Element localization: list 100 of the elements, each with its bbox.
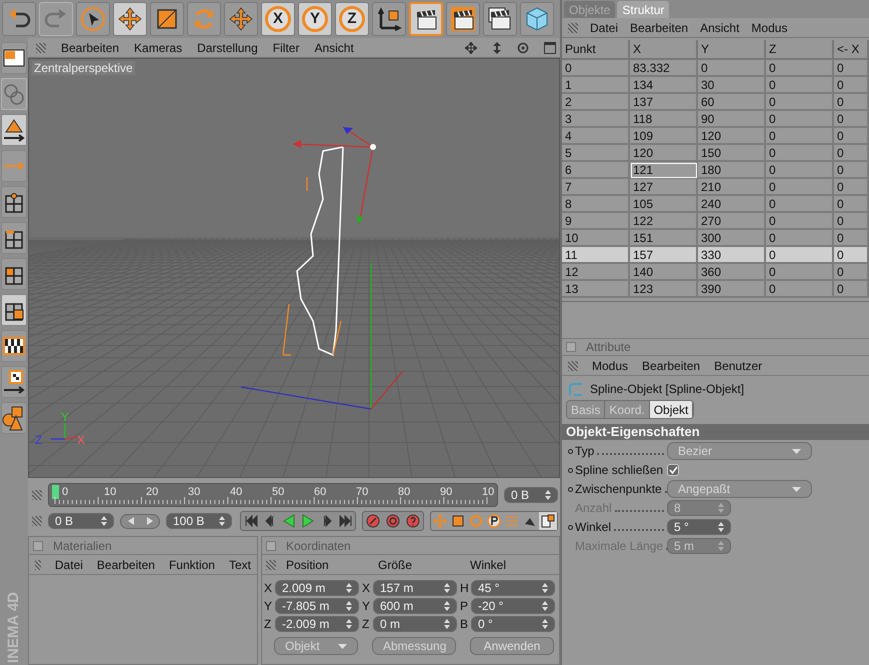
- toolbar-button[interactable]: [483, 2, 517, 36]
- toolbar-button[interactable]: [446, 2, 480, 36]
- mode-button[interactable]: [1, 330, 27, 362]
- table-row[interactable]: 12 140 360 0 0: [562, 264, 869, 281]
- menu-item[interactable]: Ansicht: [314, 40, 354, 54]
- menu-item[interactable]: Modus: [751, 20, 788, 34]
- axis-label: P: [460, 599, 469, 613]
- menu-item[interactable]: Bearbeiten: [630, 20, 688, 34]
- table-cell: 0: [834, 281, 869, 298]
- table-row[interactable]: 2 137 60 0 0: [562, 94, 869, 111]
- table-row[interactable]: 9 122 270 0 0: [562, 213, 869, 230]
- number-field[interactable]: -2.009 m: [275, 616, 359, 632]
- zoom-view-icon[interactable]: [492, 42, 502, 54]
- table-row[interactable]: 5 120 150 0 0: [562, 145, 869, 162]
- frame-step-control[interactable]: [120, 514, 160, 528]
- frame-number: 20: [146, 485, 158, 499]
- number-field[interactable]: -20 °: [471, 598, 555, 614]
- up-down-arrows-icon: [219, 516, 225, 526]
- toolbar-button[interactable]: [372, 2, 406, 36]
- number-field[interactable]: 0 m: [373, 616, 457, 632]
- skip-end-icon: [338, 514, 352, 528]
- rotate-view-icon[interactable]: [517, 42, 529, 54]
- grip-icon: [35, 560, 41, 570]
- rotate-icon: [469, 514, 483, 528]
- menu-item[interactable]: Kameras: [134, 40, 182, 54]
- skip-start-icon: [244, 514, 258, 528]
- table-row[interactable]: 11 157 330 0 0: [562, 247, 869, 264]
- toolbar-button[interactable]: [150, 2, 184, 36]
- number-field[interactable]: 0 B: [504, 487, 558, 503]
- key-tool-button[interactable]: [539, 512, 557, 530]
- left-arrow-icon: [128, 517, 134, 525]
- number-field[interactable]: -7.805 m: [275, 598, 359, 614]
- record-key-icon: [366, 514, 380, 528]
- table-row[interactable]: 0 83.332 0 0 0: [562, 60, 869, 77]
- mode-button[interactable]: [1, 222, 27, 254]
- mode-button[interactable]: [1, 258, 27, 290]
- table-row[interactable]: 10 151 300 0 0: [562, 230, 869, 247]
- menu-item[interactable]: Filter: [272, 40, 300, 54]
- menu-item[interactable]: Bearbeiten: [642, 358, 700, 372]
- panel-title: Attribute: [586, 340, 631, 354]
- menu-item[interactable]: Modus: [592, 358, 628, 372]
- timeline-ruler[interactable]: 0 10 20 30 40 50 60 70 80 90 10: [48, 483, 498, 507]
- number-field[interactable]: 157 m: [373, 580, 457, 596]
- checkmark-icon: [668, 466, 678, 474]
- column-header: Größe: [377, 558, 414, 572]
- menu-item[interactable]: Benutzer: [714, 358, 762, 372]
- mode-button[interactable]: [1, 294, 27, 326]
- axis-label: Z: [362, 617, 370, 631]
- mode-button[interactable]: [1, 42, 27, 74]
- play-back-icon: [282, 514, 296, 528]
- table-row[interactable]: 13 123 390 0 0: [562, 281, 869, 298]
- frame-number: 50: [272, 485, 284, 499]
- axis-label: Z: [35, 434, 42, 446]
- menu-item[interactable]: Darstellung: [197, 40, 258, 54]
- number-field[interactable]: 45 °: [471, 580, 555, 596]
- step-back-icon: [262, 514, 276, 528]
- panel-toggle-box[interactable]: [566, 342, 576, 352]
- toolbar-button[interactable]: [113, 2, 147, 36]
- menu-item[interactable]: Ansicht: [700, 20, 740, 34]
- up-down-arrows-icon: [718, 503, 724, 513]
- up-down-arrows-icon: [718, 522, 724, 532]
- number-field[interactable]: 0 B: [48, 513, 114, 529]
- toolbar-button[interactable]: [76, 2, 110, 36]
- table-row[interactable]: 7 127 210 0 0: [562, 179, 869, 196]
- menu-item[interactable]: Text: [228, 558, 251, 572]
- mode-button[interactable]: [1, 366, 27, 398]
- dots-icon: [505, 514, 519, 528]
- key-tool-button[interactable]: [485, 512, 503, 530]
- table-row[interactable]: 3 118 90 0 0: [562, 111, 869, 128]
- object-name: Spline-Objekt [Spline-Objekt]: [590, 382, 744, 396]
- attribute-tab[interactable]: Objekt: [650, 401, 694, 418]
- checkbox[interactable]: [667, 464, 679, 476]
- toolbar-button[interactable]: [224, 2, 258, 36]
- table-row[interactable]: 8 105 240 0 0: [562, 196, 869, 213]
- table-row[interactable]: 1 134 30 0 0: [562, 77, 869, 94]
- maximize-icon[interactable]: [544, 42, 556, 54]
- up-down-arrows-icon: [444, 601, 450, 611]
- mode-button[interactable]: [1, 114, 27, 146]
- table-row[interactable]: 6 121 180 0 0: [562, 162, 869, 179]
- move-view-icon[interactable]: [465, 42, 477, 54]
- panel-toggle-box[interactable]: [266, 540, 276, 550]
- leader-line: [614, 529, 664, 531]
- menu-item[interactable]: Datei: [590, 20, 618, 34]
- number-field[interactable]: 2.009 m: [275, 580, 359, 596]
- menu-item[interactable]: Funktion: [168, 558, 215, 572]
- number-field[interactable]: 0 °: [471, 616, 555, 632]
- number-field[interactable]: 100 B: [166, 513, 232, 529]
- mode-button[interactable]: [1, 186, 27, 218]
- toolbar-button[interactable]: [409, 2, 443, 36]
- panel-toggle-box[interactable]: [33, 540, 43, 550]
- toolbar-button[interactable]: [2, 2, 36, 36]
- menu-item[interactable]: Bearbeiten: [61, 40, 120, 54]
- number-field[interactable]: 5 °: [667, 519, 731, 535]
- menu-item[interactable]: Datei: [54, 558, 83, 572]
- axis-label: H: [460, 581, 469, 595]
- frame-number: 40: [230, 485, 242, 499]
- menu-item[interactable]: Bearbeiten: [96, 558, 155, 572]
- parameter-icon: [487, 514, 501, 528]
- number-field[interactable]: 600 m: [373, 598, 457, 614]
- table-row[interactable]: 4 109 120 0 0: [562, 128, 869, 145]
